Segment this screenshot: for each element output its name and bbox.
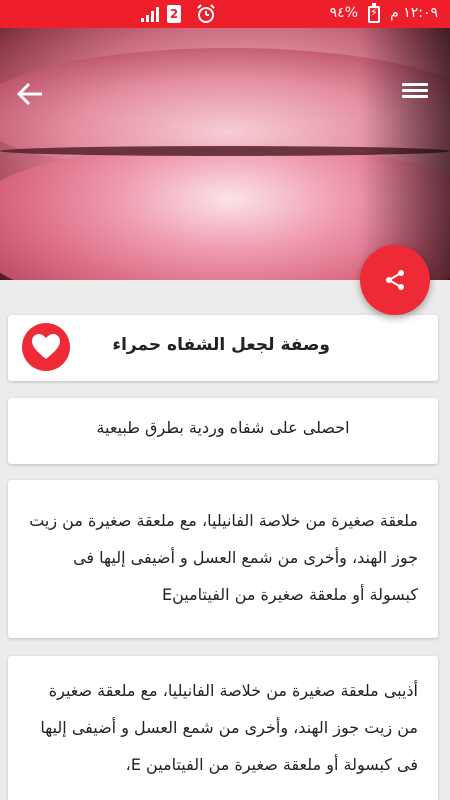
recipe-step-card: أذيبى ملعقة صغيرة من خلاصة الفانيليا، مع… — [8, 656, 438, 800]
heart-icon — [32, 334, 60, 359]
recipe-subtitle-card: احصلى على شفاه وردية بطرق طبيعية — [8, 398, 438, 464]
signal-strength-icon — [141, 7, 159, 22]
alarm-clock-icon — [197, 4, 215, 23]
recipe-step-text: ملعقة صغيرة من خلاصة الفانيليا، مع ملعقة… — [29, 511, 418, 604]
recipe-title: وصفة لجعل الشفاه حمراء — [112, 335, 330, 355]
hero-shadow — [360, 28, 450, 280]
share-button[interactable] — [360, 245, 430, 315]
battery-charging-icon: ⚡ — [368, 3, 380, 23]
status-bar: 2 ⚡ %٩٤ ١٢:٠٩ م — [0, 0, 450, 28]
recipe-subtitle: احصلى على شفاه وردية بطرق طبيعية — [96, 418, 350, 437]
recipe-title-card: وصفة لجعل الشفاه حمراء — [8, 315, 438, 381]
share-icon — [386, 270, 404, 290]
battery-percent: %٩٤ — [329, 5, 358, 21]
favorite-button[interactable] — [22, 323, 70, 371]
recipe-step-text: أذيبى ملعقة صغيرة من خلاصة الفانيليا، مع… — [40, 681, 418, 774]
hamburger-menu-icon[interactable] — [402, 80, 428, 106]
sim-indicator: 2 — [167, 5, 181, 23]
arrow-left-icon[interactable] — [14, 80, 46, 108]
status-time: ١٢:٠٩ م — [390, 5, 438, 21]
hero-image-lips — [0, 28, 450, 280]
recipe-step-card: ملعقة صغيرة من خلاصة الفانيليا، مع ملعقة… — [8, 480, 438, 638]
